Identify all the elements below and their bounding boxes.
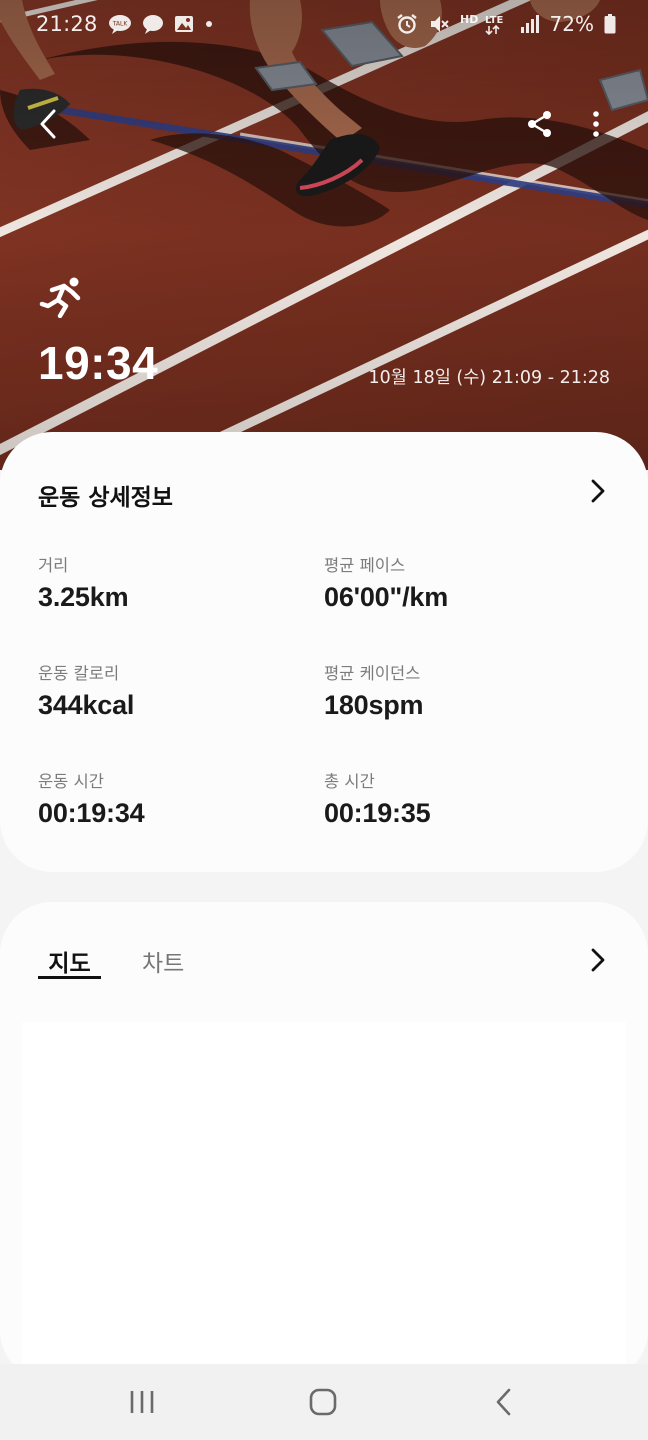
workout-datetime: 10월 18일 (수) 21:09 - 21:28	[368, 368, 610, 388]
stat-value: 00:19:35	[324, 798, 431, 828]
stat-label: 총 시간	[324, 772, 375, 791]
stat-calories: 운동 칼로리 344kcal	[38, 660, 134, 721]
tab-map[interactable]: 지도	[38, 944, 101, 978]
battery-icon	[604, 14, 616, 34]
stat-total-time: 총 시간 00:19:35	[324, 768, 431, 829]
message-icon	[142, 14, 164, 34]
chevron-left-icon	[496, 1388, 511, 1416]
stat-value: 180spm	[324, 690, 424, 720]
stat-label: 운동 시간	[38, 772, 104, 791]
recents-button[interactable]	[112, 1378, 172, 1426]
stat-workout-time: 운동 시간 00:19:34	[38, 768, 145, 829]
stat-value: 3.25km	[38, 582, 129, 612]
mute-icon	[428, 13, 450, 35]
svg-text:LTE: LTE	[485, 15, 504, 26]
svg-text:HD: HD	[460, 13, 478, 26]
svg-text:TALK: TALK	[111, 21, 128, 28]
running-track-image	[0, 0, 648, 470]
more-vert-icon	[593, 111, 599, 137]
tab-chart[interactable]: 차트	[142, 944, 184, 978]
route-map[interactable]	[22, 1022, 626, 1364]
hero-background: 21:28 TALK HD LTE 72% 19:34 10월 18일 (수) …	[0, 0, 648, 470]
stat-label: 거리	[38, 556, 69, 575]
map-more-button[interactable]	[578, 940, 618, 980]
stat-avg-cadence: 평균 케이던스 180spm	[324, 660, 424, 721]
details-more-button[interactable]	[578, 471, 618, 511]
status-bar: 21:28 TALK HD LTE 72%	[0, 0, 648, 48]
running-icon	[38, 276, 86, 322]
stat-label: 평균 페이스	[324, 556, 406, 575]
volte-icon: HD LTE	[460, 12, 510, 36]
home-icon	[309, 1388, 337, 1416]
notification-dot-icon	[204, 19, 214, 29]
kakaotalk-icon: TALK	[108, 14, 132, 34]
home-button[interactable]	[293, 1378, 353, 1426]
system-back-button[interactable]	[474, 1378, 534, 1426]
stat-label: 운동 칼로리	[38, 664, 120, 683]
gallery-icon	[174, 14, 194, 34]
status-time: 21:28	[36, 12, 98, 36]
chevron-right-icon	[591, 479, 605, 503]
stat-distance: 거리 3.25km	[38, 552, 129, 613]
stat-value: 344kcal	[38, 690, 135, 720]
recents-icon	[130, 1391, 154, 1413]
stat-avg-pace: 평균 페이스 06'00"/km	[324, 552, 448, 613]
battery-percent: 72%	[549, 12, 594, 36]
chevron-right-icon	[591, 948, 605, 972]
stat-value: 00:19:34	[38, 798, 145, 828]
workout-duration: 19:34	[38, 337, 159, 389]
alarm-icon	[396, 13, 418, 35]
stat-label: 평균 케이던스	[324, 664, 421, 683]
details-title: 운동 상세정보	[38, 485, 173, 511]
back-button[interactable]	[24, 100, 72, 148]
more-options-button[interactable]	[572, 100, 620, 148]
system-navigation-bar	[0, 1364, 648, 1440]
tab-selected-indicator	[38, 976, 101, 979]
signal-icon	[520, 14, 540, 34]
share-icon	[528, 111, 551, 137]
share-button[interactable]	[516, 100, 564, 148]
stat-value: 06'00"/km	[324, 582, 449, 612]
chevron-left-icon	[40, 109, 56, 139]
